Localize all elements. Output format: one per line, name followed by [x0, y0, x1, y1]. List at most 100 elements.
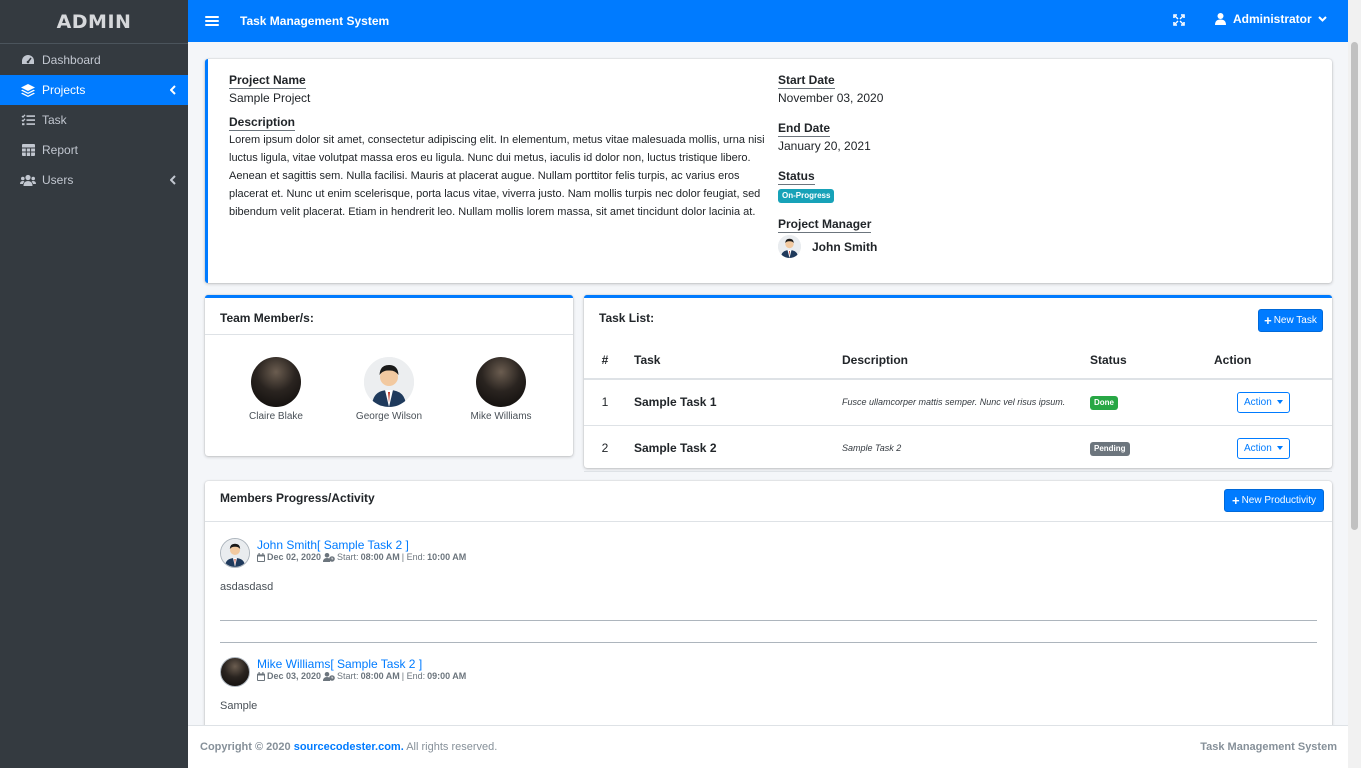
column-header: #	[584, 341, 626, 380]
sidebar-item-task[interactable]: Task	[0, 105, 188, 135]
post-end-time: 10:00 AM	[427, 552, 467, 562]
member-name: Mike Williams	[470, 411, 532, 422]
start-date-label: Start Date	[778, 73, 835, 89]
task-table: # Task Description Status Action 1 Sampl…	[584, 341, 1332, 472]
post-meta: Dec 03, 2020 Start: 08:00 AM | End: 09:0…	[257, 671, 466, 681]
sidebar: ADMIN Dashboard Projects Task Report Use…	[0, 0, 188, 768]
post-meta: Dec 02, 2020 Start: 08:00 AM | End: 10:0…	[257, 552, 466, 562]
start-date: November 03, 2020	[778, 91, 884, 105]
sidebar-item-users[interactable]: Users	[0, 165, 188, 195]
sidebar-item-label: Dashboard	[42, 53, 101, 67]
scrollbar-thumb[interactable]	[1351, 42, 1358, 530]
sidebar-item-report[interactable]: Report	[0, 135, 188, 165]
plus-icon: +	[1264, 312, 1272, 328]
page-scrollbar[interactable]	[1348, 0, 1361, 768]
status-badge: On-Progress	[778, 189, 835, 203]
task-status-badge: Pending	[1090, 442, 1130, 456]
sidebar-item-label: Report	[42, 143, 79, 157]
member-name: George Wilson	[355, 411, 423, 422]
post-start-time: 08:00 AM	[360, 671, 400, 681]
user-icon	[1215, 13, 1226, 25]
users-icon	[20, 173, 36, 187]
project-manager-label: Project Manager	[778, 217, 872, 233]
dashboard-icon	[20, 53, 36, 67]
user-name: Administrator	[1233, 12, 1312, 26]
footer-link[interactable]: sourcecodester.com.	[294, 741, 404, 753]
column-header: Action	[1206, 341, 1332, 380]
manager-name: John Smith	[812, 239, 878, 254]
footer: Copyright © 2020 sourcecodester.com. All…	[188, 725, 1348, 768]
team-title: Team Member/s:	[220, 311, 314, 325]
tasks-icon	[20, 113, 36, 127]
top-navbar: Task Management System Administrator	[188, 0, 1348, 42]
column-header: Description	[834, 341, 1082, 380]
user-clock-icon	[323, 552, 335, 562]
member-avatar	[476, 357, 526, 407]
sidebar-item-projects[interactable]: Projects	[0, 75, 188, 105]
post-body: asdasdasd	[220, 581, 274, 593]
divider	[220, 642, 1317, 643]
team-member: Mike Williams	[451, 357, 551, 422]
post-user-link[interactable]: John Smith[ Sample Task 2 ]	[257, 538, 409, 552]
column-header: Status	[1082, 341, 1206, 380]
task-status-badge: Done	[1090, 396, 1118, 411]
post-date: Dec 03, 2020	[267, 671, 322, 681]
menu-icon[interactable]	[205, 16, 219, 26]
manager-avatar	[778, 235, 801, 258]
sidebar-nav: Dashboard Projects Task Report Users	[0, 44, 188, 195]
member-avatar	[364, 357, 414, 407]
member-avatar	[251, 357, 301, 407]
fullscreen-icon[interactable]	[1173, 14, 1185, 29]
new-task-button[interactable]: + New Task	[1258, 309, 1323, 332]
user-clock-icon	[323, 671, 335, 681]
team-member: George Wilson	[339, 357, 439, 422]
members-progress-card: Members Progress/Activity + New Productiv…	[205, 481, 1332, 741]
sidebar-item-dashboard[interactable]: Dashboard	[0, 45, 188, 75]
task-action-button[interactable]: Action	[1237, 391, 1290, 413]
post-avatar	[220, 657, 250, 687]
footer-app-name: Task Management System	[1200, 741, 1337, 753]
task-number: 1	[584, 379, 626, 426]
sidebar-item-label: Projects	[42, 83, 86, 97]
sidebar-item-label: Users	[42, 173, 74, 187]
calendar-icon	[257, 671, 265, 681]
task-number: 2	[584, 425, 626, 472]
project-details-card: Project Name Sample Project Description …	[205, 59, 1332, 283]
post-date: Dec 02, 2020	[267, 552, 322, 562]
table-header-row: # Task Description Status Action	[584, 341, 1332, 380]
progress-title: Members Progress/Activity	[220, 491, 375, 505]
caret-down-icon	[1276, 446, 1283, 450]
post-start-time: 08:00 AM	[360, 552, 400, 562]
end-date-label: End Date	[778, 121, 831, 137]
task-list-title: Task List:	[599, 311, 655, 325]
brand-logo[interactable]: ADMIN	[0, 0, 188, 44]
project-name: Sample Project	[229, 91, 311, 105]
chevron-down-icon	[1317, 16, 1327, 22]
project-description: Lorem ipsum dolor sit amet, consectetur …	[229, 134, 765, 218]
post-body: Sample	[220, 700, 258, 712]
divider	[220, 620, 1317, 621]
team-member: Claire Blake	[226, 357, 326, 422]
plus-icon: +	[1231, 492, 1240, 508]
caret-down-icon	[1276, 400, 1283, 405]
task-description: Fusce ullamcorper mattis semper. Nunc ve…	[842, 397, 1066, 408]
table-row: 2 Sample Task 2 Sample Task 2 Pending Ac…	[584, 425, 1332, 472]
activity-post: John Smith[ Sample Task 2 ] Dec 02, 2020…	[220, 538, 1317, 598]
activity-post: Mike Williams[ Sample Task 2 ] Dec 03, 2…	[220, 657, 1317, 717]
table-icon	[20, 143, 36, 157]
task-list-card: Task List: + New Task # Task Description …	[584, 295, 1332, 472]
status-label: Status	[778, 169, 815, 185]
chevron-left-icon	[169, 174, 176, 188]
member-name: Claire Blake	[249, 411, 303, 422]
new-productivity-button[interactable]: + New Productivity	[1224, 489, 1324, 512]
task-name: Sample Task 1	[626, 379, 834, 426]
task-action-button[interactable]: Action	[1237, 437, 1290, 459]
task-name: Sample Task 2	[626, 425, 834, 472]
footer-copyright: Copyright © 2020 sourcecodester.com. All…	[200, 741, 498, 753]
task-description: Sample Task 2	[842, 443, 902, 453]
app-title: Task Management System	[240, 14, 390, 28]
post-user-link[interactable]: Mike Williams[ Sample Task 2 ]	[257, 657, 422, 671]
column-header: Task	[626, 341, 834, 380]
user-menu[interactable]: Administrator	[1215, 12, 1327, 26]
sidebar-item-label: Task	[42, 113, 67, 127]
